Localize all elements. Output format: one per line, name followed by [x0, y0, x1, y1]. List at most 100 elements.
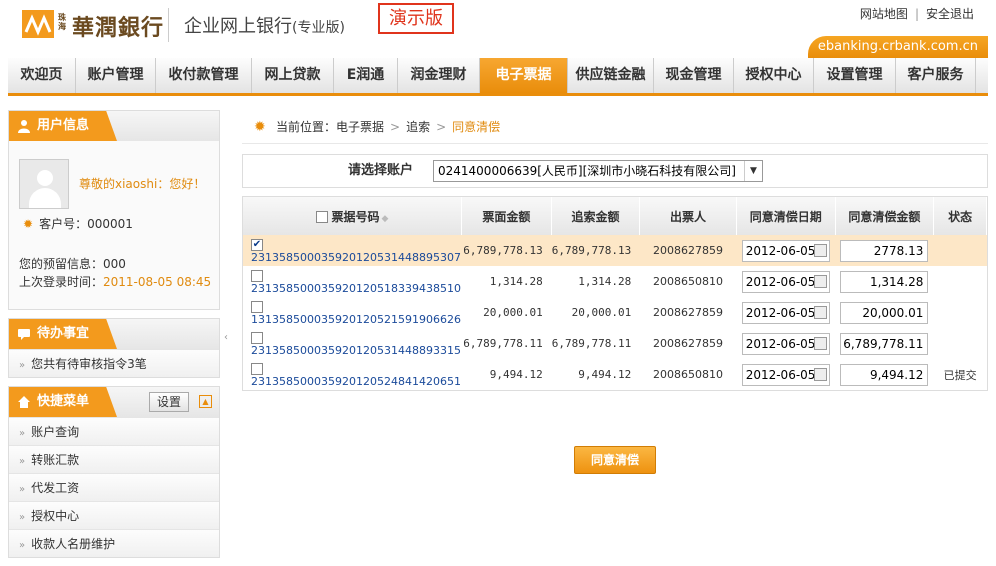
calendar-icon[interactable]: [813, 336, 827, 350]
double-chevron-icon: »: [19, 360, 26, 371]
table-row[interactable]: ✔231358500035920120531448895307 6,789,778…: [243, 235, 987, 266]
user-info-tab: 用户信息: [9, 111, 117, 141]
shortcut-item[interactable]: » 转账汇款: [9, 445, 219, 473]
sidebar-collapse-arrow-icon[interactable]: ‹: [224, 332, 234, 346]
bill-no[interactable]: 231358500035920120531448895307: [251, 251, 461, 264]
row-checkbox[interactable]: [251, 362, 263, 375]
shortcut-item-label: 账户查询: [31, 425, 80, 439]
row-checkbox[interactable]: [251, 300, 263, 313]
shortcut-item[interactable]: » 授权中心: [9, 501, 219, 529]
message-icon: [18, 329, 30, 340]
shortcut-tab: 快捷菜单: [9, 387, 117, 417]
table-row[interactable]: 231358500035920120518339438510 1,314.28 1,…: [243, 266, 987, 297]
shortcut-settings-button[interactable]: 设置: [149, 392, 189, 412]
nav-item[interactable]: 网上贷款: [252, 58, 334, 93]
breadcrumb-item[interactable]: 追索: [406, 120, 430, 134]
bill-no[interactable]: 231358500035920120524841420651: [251, 375, 461, 388]
bill-no-cell[interactable]: 231358500035920120524841420651: [243, 359, 461, 390]
product-edition: (专业版): [292, 20, 345, 36]
chevron-down-icon[interactable]: ▼: [744, 161, 762, 181]
nav-item[interactable]: E润通: [334, 58, 398, 93]
shortcut-panel: 快捷菜单 设置 ▲ » 账户查询 » 转账汇款 » 代发工资 » 授权中心 » 收款人名册维护: [8, 386, 220, 558]
shortcut-item[interactable]: » 账户查询: [9, 417, 219, 445]
site-map-link[interactable]: 网站地图: [860, 7, 908, 21]
agree-date-input[interactable]: 2012-06-05: [741, 301, 830, 324]
agree-date-input[interactable]: 2012-06-05: [741, 270, 830, 293]
sort-icon[interactable]: ◆: [382, 214, 389, 224]
nav-item[interactable]: 润金理财: [398, 58, 480, 93]
agree-date-input[interactable]: 2012-06-05: [741, 239, 830, 262]
agree-amount-cell: 20,000.01: [835, 297, 934, 328]
todo-item[interactable]: » 您共有待审核指令3笔: [9, 349, 219, 377]
agree-amount-cell: 1,314.28: [835, 266, 934, 297]
last-login-value: 2011-08-05 08:45: [103, 275, 212, 289]
shortcut-header: 快捷菜单 设置 ▲: [9, 387, 219, 417]
face-amount-cell: 6,789,778.13: [461, 235, 552, 266]
calendar-icon[interactable]: [813, 305, 827, 319]
breadcrumb-item[interactable]: 电子票据: [336, 120, 384, 134]
logout-link[interactable]: 安全退出: [926, 7, 974, 21]
product-title: 企业网上银行(专业版): [184, 12, 345, 38]
agree-amount-input[interactable]: 6,789,778.11: [840, 332, 929, 355]
face-amount-cell: 1,314.28: [489, 275, 543, 288]
nav-item[interactable]: 现金管理: [654, 58, 734, 93]
agree-date-cell: 2012-06-05: [736, 359, 835, 390]
table-row[interactable]: 231358500035920120524841420651 9,494.12 9,…: [243, 359, 987, 390]
nav-item[interactable]: 客户服务: [896, 58, 976, 93]
bill-no[interactable]: 231358500035920120531448893315: [251, 344, 461, 357]
bill-no-cell[interactable]: 131358500035920120521591906626: [243, 297, 461, 328]
shortcut-item[interactable]: » 代发工资: [9, 473, 219, 501]
row-checkbox[interactable]: ✔: [251, 238, 263, 251]
row-checkbox[interactable]: [251, 331, 263, 344]
agree-amount-input[interactable]: 9,494.12: [840, 363, 929, 386]
status-cell: 已提交: [943, 368, 977, 382]
agree-amount-input[interactable]: 1,314.28: [840, 270, 929, 293]
shortcut-item[interactable]: » 收款人名册维护: [9, 529, 219, 557]
nav-item[interactable]: 电子票据: [480, 58, 568, 93]
select-all-checkbox[interactable]: [315, 211, 328, 223]
table-header-row: 票据号码 ◆ 票面金额 追索金额 出票人 同意清偿日期 同意清偿金额 状态: [243, 197, 987, 235]
calendar-icon[interactable]: [813, 274, 827, 288]
agree-amount-cell: 9,494.12: [835, 359, 934, 390]
nav-item[interactable]: 账户管理: [76, 58, 156, 93]
breadcrumb-separator: >: [390, 120, 401, 134]
breadcrumb-prefix: 当前位置：: [276, 120, 337, 134]
customer-number-value: 000001: [87, 217, 133, 231]
bill-no[interactable]: 231358500035920120518339438510: [251, 282, 461, 295]
top-links-separator: |: [914, 7, 919, 21]
table-row[interactable]: 231358500035920120531448893315 6,789,778.…: [243, 328, 987, 359]
nav-item[interactable]: 欢迎页: [8, 58, 76, 93]
recourse-amount-cell: 6,789,778.11: [551, 337, 632, 350]
agree-amount-input[interactable]: 2778.13: [840, 239, 929, 262]
collapse-icon[interactable]: ▲: [199, 395, 212, 408]
status-cell: [934, 266, 987, 297]
agree-date-value: 2012-06-05: [745, 367, 816, 382]
row-checkbox[interactable]: [251, 269, 263, 282]
bill-no-cell[interactable]: 231358500035920120531448893315: [243, 328, 461, 359]
bill-no-cell[interactable]: 231358500035920120518339438510: [243, 266, 461, 297]
col-bill-no[interactable]: 票据号码 ◆: [243, 197, 462, 235]
agree-repay-button[interactable]: 同意清偿: [574, 446, 656, 474]
calendar-icon[interactable]: [813, 243, 827, 257]
nav-item[interactable]: 收付款管理: [156, 58, 252, 93]
status-cell: [934, 297, 987, 328]
account-select[interactable]: 0241400006639[人民币][深圳市小晓石科技有限公司] ▼: [433, 160, 763, 182]
agree-date-input[interactable]: 2012-06-05: [741, 363, 830, 386]
agree-date-input[interactable]: 2012-06-05: [741, 332, 830, 355]
agree-amount-input[interactable]: 20,000.01: [840, 301, 929, 324]
bill-no-cell[interactable]: ✔231358500035920120531448895307: [243, 235, 462, 266]
nav-item[interactable]: 授权中心: [734, 58, 814, 93]
todo-header: 待办事宜: [9, 319, 219, 349]
drawer-cell: 2008627859: [653, 306, 724, 319]
reserved-info-label: 您的预留信息：: [19, 257, 104, 271]
calendar-icon[interactable]: [813, 367, 827, 381]
nav-item[interactable]: 供应链金融: [568, 58, 654, 93]
nav-item[interactable]: 设置管理: [814, 58, 896, 93]
bill-no[interactable]: 131358500035920120521591906626: [251, 313, 461, 326]
table-row[interactable]: 131358500035920120521591906626 20,000.01 2…: [243, 297, 987, 328]
drawer-cell: 2008650810: [653, 275, 724, 288]
user-icon: [18, 120, 30, 133]
main-content: ✹ 当前位置：电子票据 > 追索 > 同意清偿 请选择账户 0241400006639[…: [242, 110, 988, 474]
drawer-cell: 2008650810: [653, 368, 724, 381]
agree-date-value: 2012-06-05: [745, 336, 816, 351]
